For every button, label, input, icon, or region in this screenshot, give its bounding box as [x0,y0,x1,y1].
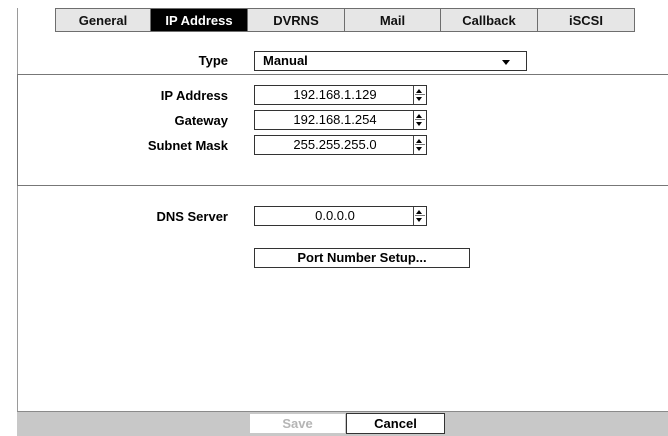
spin-down-icon[interactable] [416,122,422,126]
chevron-down-icon [502,60,510,65]
tab-bar: General IP Address DVRNS Mail Callback i… [55,8,635,32]
spin-down-icon[interactable] [416,147,422,151]
subnet-mask-spinner[interactable] [413,136,426,154]
ip-address-field[interactable]: 192.168.1.129 [254,85,427,105]
tab-ip-address[interactable]: IP Address [151,8,248,32]
tab-general[interactable]: General [55,8,151,32]
spin-down-icon[interactable] [416,218,422,222]
type-select[interactable]: Manual [254,51,527,71]
gateway-value: 192.168.1.254 [293,112,377,127]
save-button[interactable]: Save [249,413,346,434]
ip-address-label: IP Address [160,88,228,103]
subnet-mask-label: Subnet Mask [147,138,228,153]
dns-server-label: DNS Server [156,209,228,224]
tab-iscsi[interactable]: iSCSI [538,8,635,32]
tab-dvrns[interactable]: DVRNS [248,8,345,32]
dns-server-field[interactable]: 0.0.0.0 [254,206,427,226]
subnet-mask-value: 255.255.255.0 [293,137,377,152]
spin-down-icon[interactable] [416,97,422,101]
tab-mail[interactable]: Mail [345,8,441,32]
spin-up-icon[interactable] [416,139,422,143]
spin-up-icon[interactable] [416,210,422,214]
gateway-label: Gateway [174,113,228,128]
port-number-setup-button[interactable]: Port Number Setup... [254,248,470,268]
dns-server-value: 0.0.0.0 [315,208,355,223]
type-label: Type [198,53,228,68]
gateway-spinner[interactable] [413,111,426,129]
spin-up-icon[interactable] [416,89,422,93]
cancel-button[interactable]: Cancel [346,413,445,434]
ip-address-spinner[interactable] [413,86,426,104]
subnet-mask-field[interactable]: 255.255.255.0 [254,135,427,155]
ip-address-value: 192.168.1.129 [293,87,377,102]
type-value: Manual [263,53,308,68]
tab-callback[interactable]: Callback [441,8,538,32]
spin-up-icon[interactable] [416,114,422,118]
dns-server-spinner[interactable] [413,207,426,225]
gateway-field[interactable]: 192.168.1.254 [254,110,427,130]
